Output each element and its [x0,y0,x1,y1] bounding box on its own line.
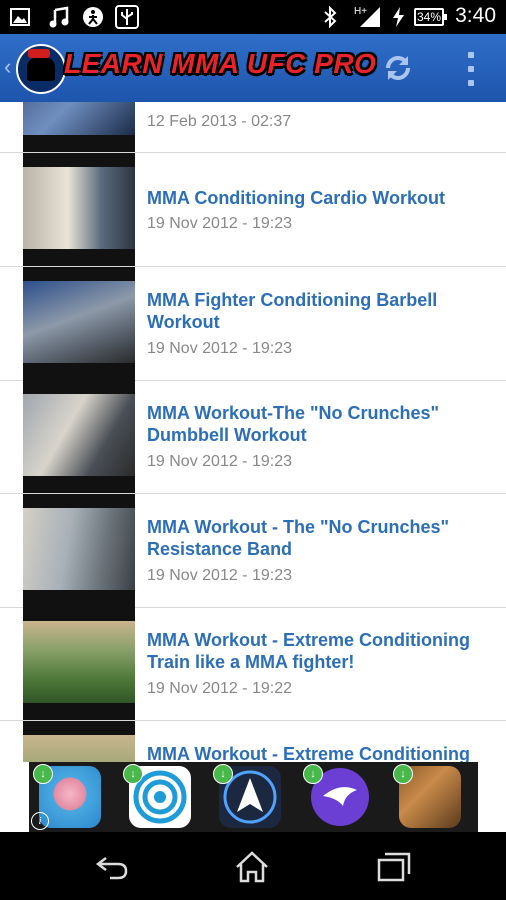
video-title: MMA Workout - Extreme Conditioning [147,744,470,762]
video-title: MMA Workout - The "No Crunches" Resistan… [147,517,450,559]
video-thumbnail [23,153,135,266]
download-badge-icon: ↓ [393,764,413,784]
overflow-menu-icon[interactable] [464,52,478,86]
bluetooth-icon [322,6,338,28]
list-item[interactable]: MMA Fighter Conditioning Barbell Workout… [0,267,506,381]
charging-icon [390,6,406,28]
video-title: MMA Workout-The "No Crunches" Dumbbell W… [147,403,440,445]
video-thumbnail [23,607,135,720]
accessibility-icon [82,6,104,28]
list-item[interactable]: MMA Workout - Extreme Conditioning [0,721,506,762]
clock: 3:40 [455,4,496,27]
video-title: MMA Conditioning Cardio Workout [147,188,445,208]
app-bar: ‹ LEARN MMA UFC PRO [0,34,506,102]
back-icon[interactable] [94,850,130,884]
video-list[interactable]: 12 Feb 2013 - 02:37 MMA Conditioning Car… [0,102,506,762]
list-item[interactable]: MMA Conditioning Cardio Workout 19 Nov 2… [0,153,506,267]
video-date: 12 Feb 2013 - 02:37 [147,113,292,130]
video-thumbnail [23,494,135,607]
recent-apps-icon[interactable] [376,850,412,884]
download-badge-icon: ↓ [123,764,143,784]
video-date: 19 Nov 2012 - 19:22 [147,680,292,697]
list-item[interactable]: MMA Workout - Extreme Conditioning Train… [0,607,506,721]
ad-margin-right [478,762,506,832]
video-thumbnail [23,380,135,493]
home-icon[interactable] [234,850,270,884]
app-title: LEARN MMA UFC PRO [64,48,377,79]
download-badge-icon: ↓ [213,764,233,784]
usb-icon [115,5,139,29]
video-thumbnail [23,102,135,152]
video-thumbnail [23,721,135,762]
video-title: MMA Workout - Extreme Conditioning Train… [147,630,470,672]
video-title: MMA Fighter Conditioning Barbell Workout [147,290,438,332]
download-badge-icon: ↓ [33,764,53,784]
ad-banner[interactable]: ↓ ↓ ↓ ↓ ↓ i [29,762,478,832]
mma-logo-icon[interactable] [16,44,66,94]
navigation-bar [0,832,506,900]
svg-text:H+: H+ [354,6,367,17]
list-item[interactable]: MMA Workout-The "No Crunches" Dumbbell W… [0,380,506,494]
music-icon [48,6,70,28]
video-date: 19 Nov 2012 - 19:23 [147,215,292,232]
download-badge-icon: ↓ [303,764,323,784]
refresh-icon[interactable] [380,50,416,86]
video-date: 19 Nov 2012 - 19:23 [147,567,292,584]
status-bar: H+ 34% 3:40 [0,0,506,34]
hplus-signal-icon: H+ [354,6,382,28]
video-date: 19 Nov 2012 - 19:23 [147,340,292,357]
image-icon [10,6,30,28]
video-thumbnail [23,267,135,380]
list-item[interactable]: MMA Workout - The "No Crunches" Resistan… [0,494,506,608]
video-date: 19 Nov 2012 - 19:23 [147,453,292,470]
chevron-left-icon[interactable]: ‹ [4,54,11,80]
list-item[interactable]: 12 Feb 2013 - 02:37 [0,102,506,153]
battery-icon: 34% [414,8,447,26]
ad-info-icon[interactable]: i [31,812,49,830]
ad-margin-left [0,762,29,832]
